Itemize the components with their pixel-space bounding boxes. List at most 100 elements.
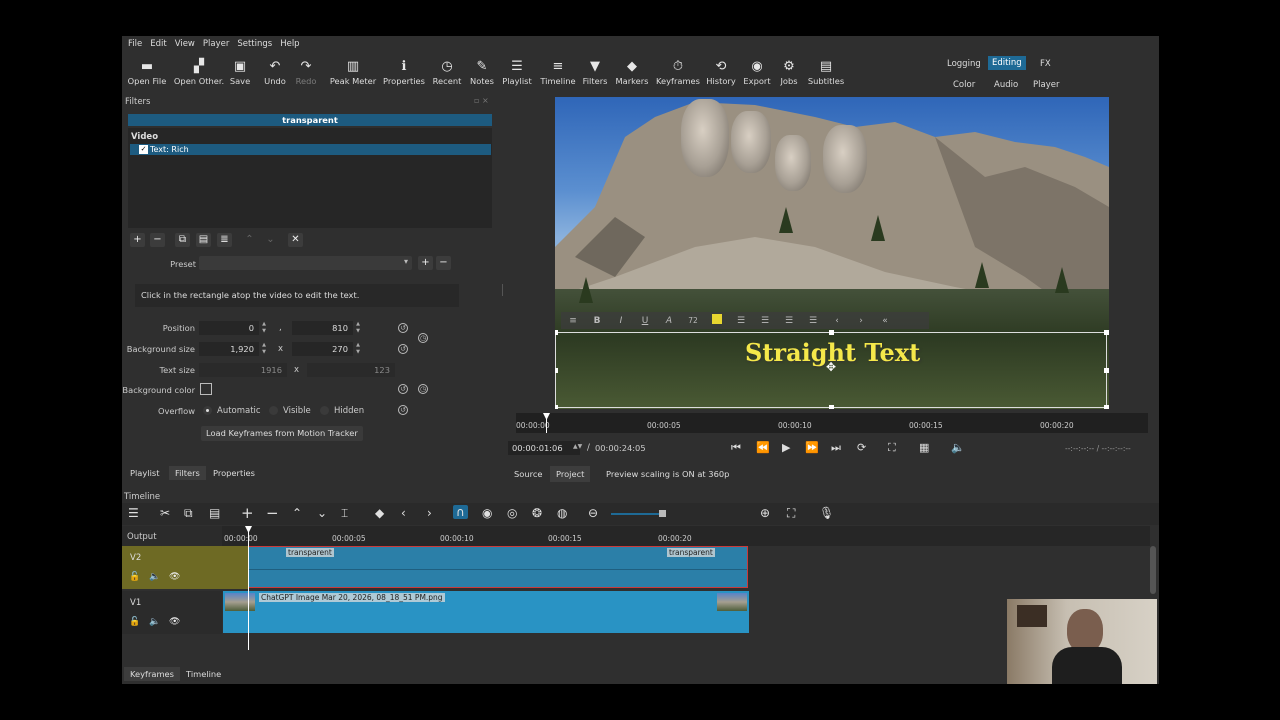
menu-file[interactable]: File bbox=[128, 39, 142, 49]
mode-color[interactable]: Color bbox=[953, 80, 975, 90]
filter-enabled-checkbox[interactable]: ✓ bbox=[139, 145, 148, 154]
align-center-icon[interactable]: ☰ bbox=[753, 316, 777, 326]
bg-width-field[interactable]: 1,920 bbox=[199, 342, 259, 356]
timeline-ruler[interactable]: 00:00:00 00:00:05 00:00:10 00:00:15 00:0… bbox=[222, 526, 1150, 546]
video-preview[interactable]: ≡ B I U A 72 ☰ ☰ ☰ ☰ ‹ › « Straight Text bbox=[555, 97, 1109, 409]
snap-icon[interactable]: ∩ bbox=[453, 505, 468, 519]
redo-button[interactable]: ↷ Redo bbox=[294, 53, 318, 93]
eye-icon[interactable]: 👁 bbox=[169, 572, 180, 582]
lock-icon[interactable]: 🔓 bbox=[129, 572, 140, 582]
resize-handle-l[interactable] bbox=[555, 368, 558, 373]
position-y-field[interactable]: 810 bbox=[292, 321, 353, 335]
rewind-icon[interactable]: ⏪ bbox=[756, 441, 770, 454]
paste-icon[interactable]: ▤ bbox=[209, 506, 220, 520]
tab-properties[interactable]: Properties bbox=[207, 466, 261, 480]
lift-icon[interactable]: ⌃ bbox=[292, 506, 302, 520]
zoom-in-icon[interactable]: ⊕ bbox=[760, 506, 770, 520]
bg-color-swatch[interactable] bbox=[200, 383, 212, 395]
clip-image[interactable]: ChatGPT Image Mar 20, 2026, 08_18_51 PM.… bbox=[223, 591, 749, 633]
position-x-spin[interactable]: ▲ ▼ bbox=[260, 321, 268, 335]
mute-icon[interactable]: 🔈 bbox=[149, 617, 160, 627]
playlist-button[interactable]: ☰ Playlist bbox=[502, 53, 532, 93]
prev-marker-icon[interactable]: ‹ bbox=[401, 506, 406, 520]
underline-icon[interactable]: U bbox=[633, 316, 657, 326]
align-left-icon[interactable]: ☰ bbox=[729, 316, 753, 326]
save-preset-button[interactable]: ≣ bbox=[217, 233, 232, 247]
resize-handle-t[interactable] bbox=[829, 330, 834, 335]
save-button[interactable]: ▣ Save bbox=[230, 53, 250, 93]
zoom-slider-handle[interactable] bbox=[659, 510, 666, 517]
zoom-fit-timeline-icon[interactable]: ⛶ bbox=[787, 506, 795, 521]
remove-filter-button[interactable]: − bbox=[150, 233, 165, 247]
timeline-button[interactable]: ≡ Timeline bbox=[540, 53, 576, 93]
notes-button[interactable]: ✎ Notes bbox=[469, 53, 495, 93]
append-icon[interactable]: + bbox=[241, 504, 254, 522]
lock-icon[interactable]: 🔓 bbox=[129, 617, 140, 627]
overwrite-icon[interactable]: ⌄ bbox=[317, 506, 327, 520]
resize-handle-tr[interactable] bbox=[1104, 330, 1109, 335]
properties-button[interactable]: ℹ Properties bbox=[383, 53, 425, 93]
italic-icon[interactable]: I bbox=[609, 316, 633, 326]
markers-button[interactable]: ◆ Markers bbox=[616, 53, 649, 93]
zoom-slider[interactable] bbox=[611, 513, 661, 515]
timeline-playhead[interactable] bbox=[248, 526, 249, 650]
track-head-v1[interactable]: V1 🔓 🔈 👁 bbox=[122, 591, 222, 634]
mode-logging[interactable]: Logging bbox=[947, 59, 981, 69]
resize-handle-bl[interactable] bbox=[555, 405, 558, 409]
open-file-button[interactable]: ▬ Open File bbox=[128, 53, 167, 93]
tab-keyframes[interactable]: Keyframes bbox=[124, 667, 180, 681]
move-down-button[interactable]: ⌄ bbox=[263, 233, 278, 247]
resize-handle-r[interactable] bbox=[1104, 368, 1109, 373]
timeline-scrollbar[interactable] bbox=[1150, 546, 1156, 594]
cut-icon[interactable]: ✂ bbox=[160, 506, 170, 520]
bold-icon[interactable]: B bbox=[585, 316, 609, 326]
time-spin[interactable]: ▲▼ bbox=[573, 443, 582, 450]
position-y-spin[interactable]: ▲ ▼ bbox=[354, 321, 362, 335]
mode-audio[interactable]: Audio bbox=[994, 80, 1018, 90]
skip-next-icon[interactable]: ⏭ bbox=[831, 441, 841, 455]
fast-forward-icon[interactable]: ⏩ bbox=[805, 441, 819, 454]
add-filter-button[interactable]: + bbox=[130, 233, 145, 247]
jobs-button[interactable]: ⚙ Jobs bbox=[778, 53, 800, 93]
overflow-visible-radio[interactable] bbox=[269, 406, 278, 415]
move-up-button[interactable]: ⌃ bbox=[242, 233, 257, 247]
timeline-menu-icon[interactable]: ☰ bbox=[128, 506, 139, 520]
export-button[interactable]: ◉ Export bbox=[743, 53, 770, 93]
menu-help[interactable]: Help bbox=[280, 39, 299, 49]
history-button[interactable]: ⟲ History bbox=[706, 53, 736, 93]
mute-icon[interactable]: 🔈 bbox=[149, 572, 160, 582]
subtitles-button[interactable]: ▤ Subtitles bbox=[808, 53, 844, 93]
zoom-out-icon[interactable]: ⊖ bbox=[588, 506, 598, 520]
tab-source[interactable]: Source bbox=[508, 466, 549, 482]
menu-edit[interactable]: Edit bbox=[150, 39, 166, 49]
outdent-icon[interactable]: ‹ bbox=[825, 316, 849, 326]
menu-icon[interactable]: ≡ bbox=[561, 316, 585, 326]
tab-project[interactable]: Project bbox=[550, 466, 591, 482]
clip-transparent[interactable]: transparent transparent bbox=[248, 546, 748, 588]
ripple-icon[interactable]: ◎ bbox=[507, 506, 517, 520]
filters-button[interactable]: ▼ Filters bbox=[583, 53, 608, 93]
split-icon[interactable]: ⌶ bbox=[341, 506, 348, 521]
align-right-icon[interactable]: ☰ bbox=[777, 316, 801, 326]
copy-filter-button[interactable]: ⧉ bbox=[175, 233, 190, 247]
play-icon[interactable]: ▶ bbox=[782, 441, 790, 454]
mode-editing[interactable]: Editing bbox=[988, 56, 1026, 70]
overflow-hidden-radio[interactable] bbox=[320, 406, 329, 415]
mode-player[interactable]: Player bbox=[1033, 80, 1059, 90]
menu-player[interactable]: Player bbox=[203, 39, 229, 49]
font-icon[interactable]: A bbox=[657, 316, 681, 326]
keyframe-bg-color-icon[interactable]: ◷ bbox=[418, 384, 428, 394]
load-keyframes-button[interactable]: Load Keyframes from Motion Tracker bbox=[201, 426, 363, 441]
ripple-markers-icon[interactable]: ◍ bbox=[557, 506, 567, 520]
text-color-icon[interactable] bbox=[705, 314, 729, 327]
bg-height-spin[interactable]: ▲ ▼ bbox=[354, 342, 362, 356]
panel-float-icon[interactable]: ▫ × bbox=[474, 96, 489, 105]
scrub-audio-icon[interactable]: ◉ bbox=[482, 506, 492, 520]
reset-bg-color-icon[interactable]: ↺ bbox=[398, 384, 408, 394]
bg-height-field[interactable]: 270 bbox=[292, 342, 353, 356]
bg-width-spin[interactable]: ▲ ▼ bbox=[260, 342, 268, 356]
filter-item-text-rich[interactable]: ✓ Text: Rich bbox=[130, 144, 491, 155]
grid-icon[interactable]: ▦ bbox=[919, 441, 929, 454]
menu-settings[interactable]: Settings bbox=[237, 39, 272, 49]
recent-button[interactable]: ◷ Recent bbox=[432, 53, 462, 93]
